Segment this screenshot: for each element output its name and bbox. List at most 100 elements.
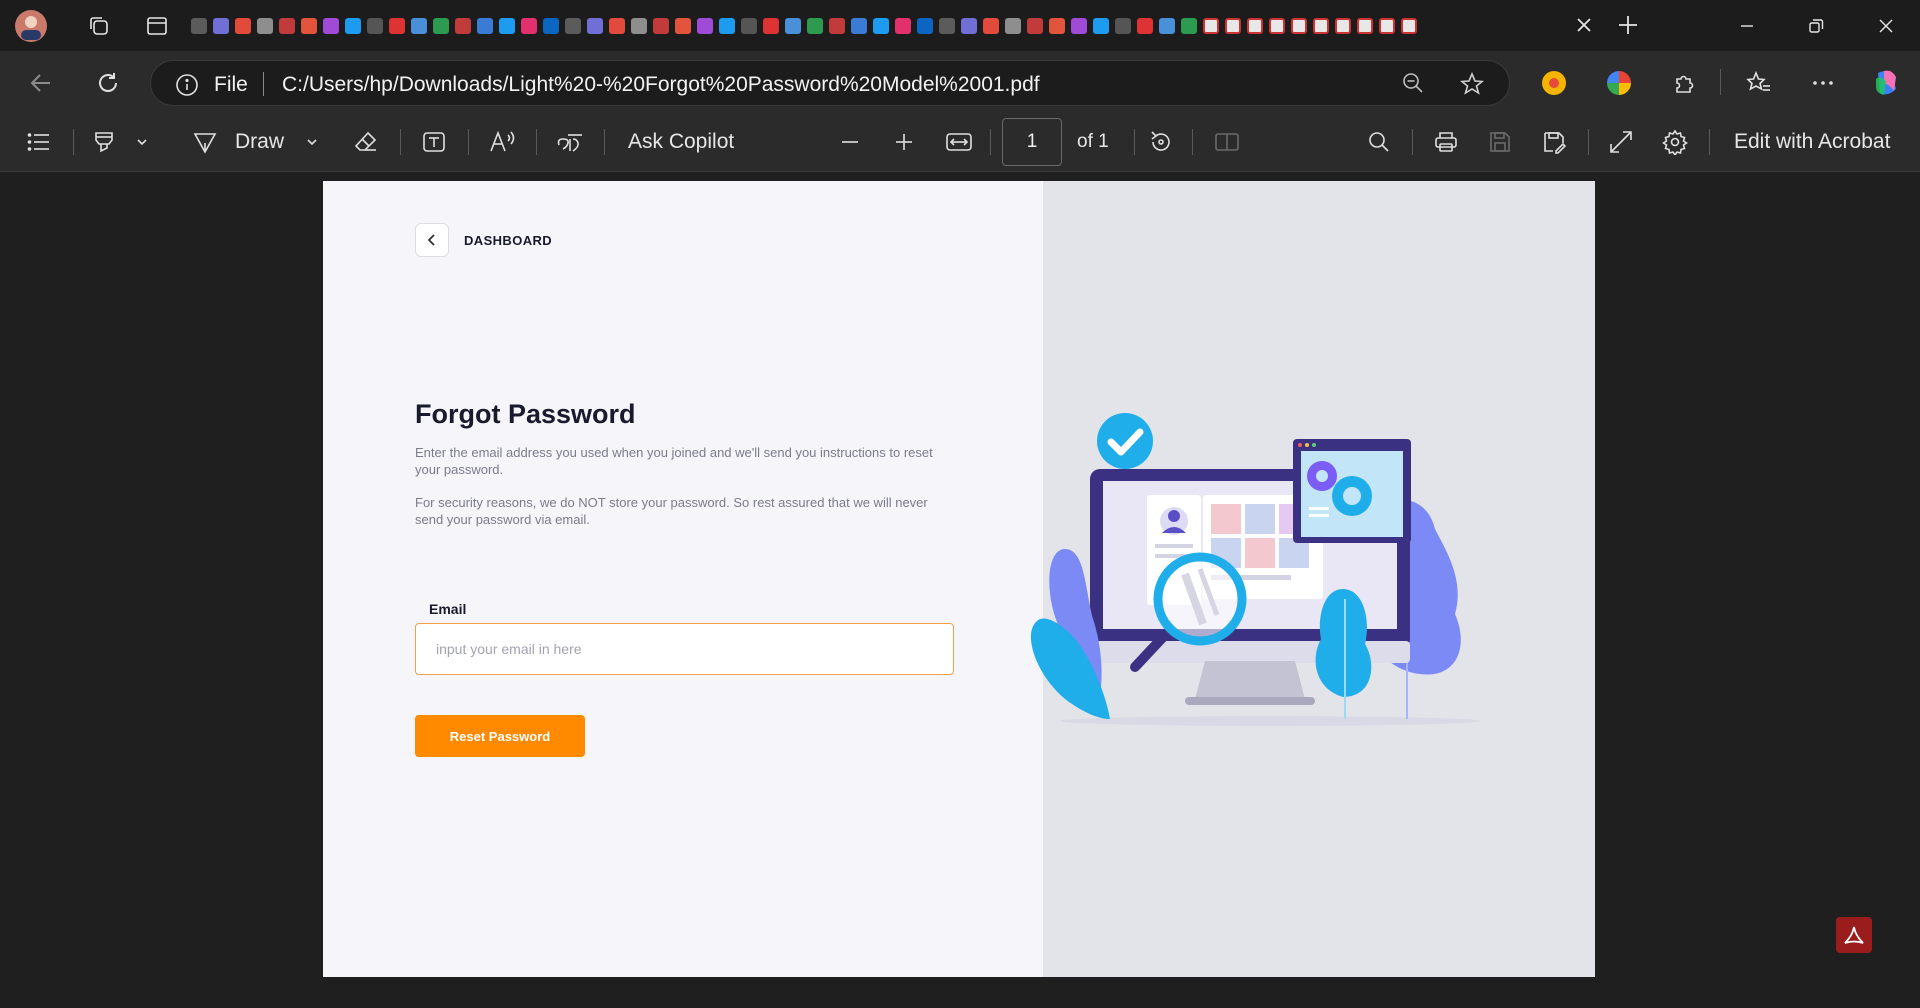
tab-favicon-icon[interactable] <box>386 15 408 37</box>
tab-favicon-icon[interactable] <box>276 15 298 37</box>
ask-copilot-button[interactable]: Ask Copilot <box>628 113 734 171</box>
tab-favicon-icon[interactable] <box>782 15 804 37</box>
refresh-icon[interactable] <box>89 64 127 102</box>
site-info-icon[interactable] <box>175 73 199 97</box>
tab-favicon-icon[interactable] <box>826 15 848 37</box>
two-page-view-icon[interactable] <box>1214 113 1240 171</box>
tab-favicon-icon[interactable] <box>914 15 936 37</box>
text-box-icon[interactable] <box>421 113 447 171</box>
workspaces-icon[interactable] <box>76 3 122 49</box>
tab-favicon-icon[interactable] <box>298 15 320 37</box>
tab-favicon-icon[interactable] <box>1354 15 1376 37</box>
tab-favicon-icon[interactable] <box>804 15 826 37</box>
extension-chrome-icon[interactable] <box>1535 64 1573 102</box>
tab-favicon-icon[interactable] <box>320 15 342 37</box>
tab-favicon-icon[interactable] <box>1244 15 1266 37</box>
tab-favicon-icon[interactable] <box>892 15 914 37</box>
tab-favicon-icon[interactable] <box>1332 15 1354 37</box>
tab-actions-icon[interactable] <box>134 3 180 49</box>
tab-favicon-icon[interactable] <box>1310 15 1332 37</box>
translate-icon[interactable] <box>555 113 585 171</box>
contents-list-icon[interactable] <box>26 113 52 171</box>
zoom-out-icon[interactable] <box>838 113 862 171</box>
restore-icon[interactable] <box>1782 0 1850 51</box>
url-text[interactable]: C:/Users/hp/Downloads/Light%20-%20Forgot… <box>282 73 1040 97</box>
print-icon[interactable] <box>1433 113 1459 171</box>
zoom-out-icon[interactable] <box>1401 71 1425 95</box>
tab-favicon-icon[interactable] <box>1156 15 1178 37</box>
tab-favicon-icon[interactable] <box>1024 15 1046 37</box>
tab-favicon-icon[interactable] <box>1222 15 1244 37</box>
tab-favicon-icon[interactable] <box>232 15 254 37</box>
settings-gear-icon[interactable] <box>1662 113 1688 171</box>
tab-favicon-icon[interactable] <box>1112 15 1134 37</box>
tab-favicon-icon[interactable] <box>1090 15 1112 37</box>
fullscreen-icon[interactable] <box>1608 113 1634 171</box>
save-icon[interactable] <box>1487 113 1513 171</box>
tab-favicon-icon[interactable] <box>1068 15 1090 37</box>
rotate-icon[interactable] <box>1148 113 1174 171</box>
tab-favicon-icon[interactable] <box>716 15 738 37</box>
highlight-dropdown-icon[interactable] <box>135 113 149 171</box>
tab-favicon-icon[interactable] <box>496 15 518 37</box>
tab-favicon-icon[interactable] <box>848 15 870 37</box>
tab-favicon-icon[interactable] <box>342 15 364 37</box>
back-chevron-icon[interactable] <box>415 223 449 257</box>
tab-favicon-icon[interactable] <box>1376 15 1398 37</box>
copilot-icon[interactable] <box>1867 64 1905 102</box>
page-number-input[interactable]: 1 <box>1002 118 1062 166</box>
tab-favicon-icon[interactable] <box>1200 15 1222 37</box>
reset-password-button[interactable]: Reset Password <box>415 715 585 757</box>
draw-button[interactable]: Draw <box>235 113 284 171</box>
edit-with-acrobat-button[interactable]: Edit with Acrobat <box>1734 113 1890 171</box>
highlight-icon[interactable] <box>91 113 117 171</box>
tab-favicon-icon[interactable] <box>936 15 958 37</box>
tab-favicon-icon[interactable] <box>606 15 628 37</box>
tab-favicon-icon[interactable] <box>584 15 606 37</box>
email-field[interactable] <box>415 623 954 675</box>
favorites-icon[interactable] <box>1740 64 1778 102</box>
tab-favicon-icon[interactable] <box>870 15 892 37</box>
tab-favicon-icon[interactable] <box>474 15 496 37</box>
read-aloud-icon[interactable] <box>488 113 516 171</box>
minimize-icon[interactable] <box>1713 0 1781 51</box>
tab-favicon-icon[interactable] <box>1134 15 1156 37</box>
tab-favicon-icon[interactable] <box>672 15 694 37</box>
tab-favicon-icon[interactable] <box>1002 15 1024 37</box>
new-tab-icon[interactable] <box>1615 12 1641 38</box>
find-icon[interactable] <box>1366 113 1392 171</box>
favorite-star-icon[interactable] <box>1459 71 1485 97</box>
tab-favicon-icon[interactable] <box>518 15 540 37</box>
dashboard-link[interactable]: DASHBOARD <box>464 233 552 248</box>
tab-favicon-icon[interactable] <box>650 15 672 37</box>
close-tab-icon[interactable] <box>1573 14 1595 36</box>
draw-icon[interactable] <box>192 113 218 171</box>
tab-favicon-icon[interactable] <box>1046 15 1068 37</box>
tab-favicon-icon[interactable] <box>1398 15 1420 37</box>
tab-favicon-icon[interactable] <box>254 15 276 37</box>
tab-favicon-icon[interactable] <box>694 15 716 37</box>
tab-favicon-icon[interactable] <box>738 15 760 37</box>
tab-favicon-icon[interactable] <box>562 15 584 37</box>
save-as-icon[interactable] <box>1541 113 1567 171</box>
tab-favicon-icon[interactable] <box>760 15 782 37</box>
draw-dropdown-icon[interactable] <box>305 113 319 171</box>
extension-colorwheel-icon[interactable] <box>1600 64 1638 102</box>
address-bar[interactable]: File C:/Users/hp/Downloads/Light%20-%20F… <box>150 60 1510 106</box>
tab-favicon-icon[interactable] <box>364 15 386 37</box>
eraser-icon[interactable] <box>353 113 379 171</box>
tab-favicon-icon[interactable] <box>408 15 430 37</box>
more-options-icon[interactable] <box>1804 64 1842 102</box>
zoom-in-icon[interactable] <box>892 113 916 171</box>
tab-favicon-icon[interactable] <box>1266 15 1288 37</box>
tab-favicon-icon[interactable] <box>430 15 452 37</box>
acrobat-logo-icon[interactable] <box>1836 917 1872 953</box>
tab-favicon-icon[interactable] <box>188 15 210 37</box>
close-window-icon[interactable] <box>1852 0 1920 51</box>
fit-width-icon[interactable] <box>945 113 973 171</box>
extensions-puzzle-icon[interactable] <box>1666 64 1704 102</box>
tab-favicon-icon[interactable] <box>540 15 562 37</box>
tab-favicon-icon[interactable] <box>1178 15 1200 37</box>
tab-favicon-icon[interactable] <box>210 15 232 37</box>
tab-favicon-icon[interactable] <box>628 15 650 37</box>
